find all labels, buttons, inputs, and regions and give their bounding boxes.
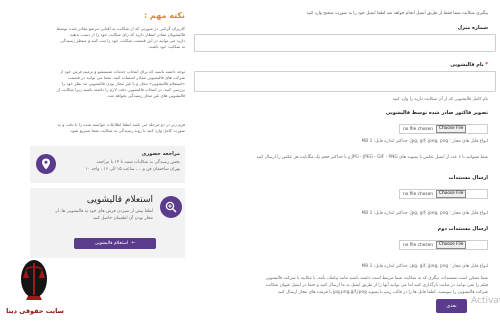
- form-intro: پیگیری شکایت شما فقط از طریق ایمیل انجام…: [306, 11, 488, 16]
- office-line: بخش رسیدگی به شکایات شنبه تا ۱۴ با مراجع…: [96, 160, 180, 165]
- inquiry-icon-badge[interactable]: [160, 196, 182, 218]
- inquiry-button[interactable]: ← استعلام قالیشویی: [74, 238, 156, 249]
- complaint-form: پیگیری شکایت شما فقط از طریق ایمیل انجام…: [190, 0, 500, 330]
- inquiry-card: استعلام قالیشویی لطفا پیش از سپردن فرش ه…: [30, 188, 185, 258]
- send-docs-label: ارسال مستندات: [448, 175, 488, 181]
- photos-note: شما میتوانید تا ۶ عدد از ایمیل عکس با پس…: [256, 155, 488, 160]
- arrow-left-icon: ←: [131, 240, 136, 246]
- note-line: به شکایت خود باشید.: [147, 44, 185, 49]
- choose-file-button[interactable]: Choose File: [435, 125, 467, 133]
- inquiry-title: استعلام قالیشویی: [86, 195, 153, 205]
- carpet-cleaner-label: * نام قالیشویی: [450, 62, 488, 68]
- choose-file-button[interactable]: Choose File: [435, 190, 467, 198]
- allowed-types-text: انواع فایل های مجاز : jpg, gif, jpeg, pn…: [361, 211, 488, 216]
- page: نکته مهم : کاربران گرامی در صورتی که از …: [0, 0, 500, 330]
- note-paragraph: فرم زیر در دو مرحله می باشد لطفا اطلاعات…: [5, 122, 186, 134]
- send-docs2-label: ارسال مستندات دوم: [437, 226, 488, 232]
- docs2-file-input[interactable]: no file chosen Choose File: [399, 240, 488, 250]
- site-logo-text: سایت حقوقی دینا: [6, 307, 64, 315]
- invoice-file-input[interactable]: no file chosen Choose File: [399, 124, 488, 134]
- windows-watermark: Activate: [471, 296, 500, 306]
- house-number-label: شماره منزل: [457, 25, 488, 31]
- required-star-icon: *: [485, 62, 488, 68]
- search-plus-icon: [165, 201, 177, 213]
- office-line: تهران ساختمان فن و ...، ساعت ۱۵ الی ۱۶ ،…: [85, 167, 180, 172]
- location-pin-icon: [42, 158, 50, 170]
- sidebar: نکته مهم : کاربران گرامی در صورتی که از …: [0, 0, 190, 330]
- carpet-cleaner-hint: نام کامل قالیشویی که از آن شکایت دارید ر…: [392, 97, 488, 102]
- next-button[interactable]: بعدی: [436, 299, 467, 313]
- carpet-cleaner-input[interactable]: [194, 71, 496, 92]
- note-line: قالیشویی های غیر مجاز رسیدگی نخواهد شد.: [106, 93, 185, 98]
- note-title: نکته مهم :: [143, 11, 185, 20]
- note-paragraph: توجه داشته باشید که برای انتخاب خدمات شس…: [5, 69, 185, 99]
- bottom-note-line: فیلم را نمی توانید در سایت بارگذاری کنید…: [265, 283, 488, 288]
- allowed-types-text: انواع فایل های مجاز : jpg, gif, jpeg, pn…: [361, 264, 488, 269]
- bottom-note-line: شما ممکن است مستندات دیگری که به شکایت ش…: [265, 276, 488, 281]
- next-button-label: بعدی: [446, 303, 457, 309]
- invoice-label: تصویر فاکتور صادر شده توسط قالیشویی: [385, 110, 488, 116]
- choose-file-button[interactable]: Choose File: [435, 241, 467, 249]
- scales-of-justice-icon: [21, 260, 47, 300]
- office-pin-badge: [36, 154, 56, 174]
- inquiry-button-label: استعلام قالیشویی: [94, 241, 129, 246]
- no-file-text: no file chosen: [403, 242, 433, 248]
- house-number-input[interactable]: [194, 34, 496, 52]
- office-card: مراجعه حضوری بخش رسیدگی به شکایات شنبه ت…: [30, 146, 185, 183]
- bottom-note-line: شرکت قالیشویی را بنویسید. لطفا فایل ها ر…: [277, 290, 488, 295]
- carpet-cleaner-label-text: نام قالیشویی: [450, 62, 484, 68]
- no-file-text: no file chosen: [403, 126, 433, 132]
- inquiry-line: لطفا پیش از سپردن فرش های خود به قالیشوی…: [55, 209, 153, 214]
- docs-file-input[interactable]: no file chosen Choose File: [399, 189, 488, 199]
- note-paragraph: کاربران گرامی در صورتی که از شکایت به آف…: [5, 26, 185, 50]
- site-logo: سایت حقوقی دینا: [4, 258, 64, 324]
- allowed-types-text: انواع فایل های مجاز : jpg, gif, jpeg, pn…: [361, 139, 488, 144]
- no-file-text: no file chosen: [403, 191, 433, 197]
- note-line: صورت کامل وارد کنید تا روند رسیدگی به شک…: [69, 128, 185, 133]
- inquiry-line: مجاز بودن آن اطمینان حاصل کنید: [92, 216, 153, 221]
- office-title: مراجعه حضوری: [141, 151, 180, 157]
